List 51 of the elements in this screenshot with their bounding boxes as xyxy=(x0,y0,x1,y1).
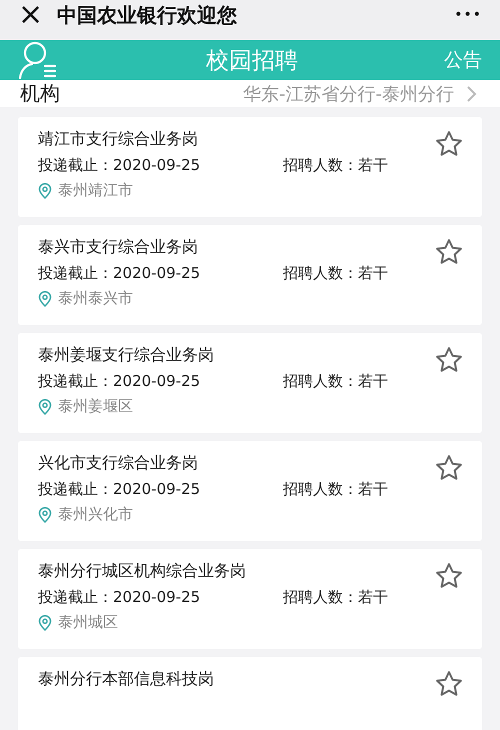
headcount-text: 招聘人数：若干 xyxy=(283,480,388,499)
star-icon xyxy=(434,237,464,267)
location-text: 泰州姜堰区 xyxy=(58,397,133,416)
location-pin-icon xyxy=(38,614,52,630)
job-card[interactable]: 靖江市支行综合业务岗 投递截止：2020-09-25 招聘人数：若干 泰州靖江市 xyxy=(18,117,482,217)
headcount-text: 招聘人数：若干 xyxy=(283,588,388,607)
organization-row[interactable]: 机构 华东-江苏省分行-泰州分行 xyxy=(0,80,500,107)
job-card[interactable]: 泰州姜堰支行综合业务岗 投递截止：2020-09-25 招聘人数：若干 泰州姜堰区 xyxy=(18,333,482,433)
location-text: 泰州城区 xyxy=(58,613,118,632)
star-icon xyxy=(434,453,464,483)
job-title: 泰州分行城区机构综合业务岗 xyxy=(38,561,247,582)
job-card[interactable]: 兴化市支行综合业务岗 投递截止：2020-09-25 招聘人数：若干 泰州兴化市 xyxy=(18,441,482,541)
location-text: 泰州兴化市 xyxy=(58,505,133,524)
organization-label: 机构 xyxy=(20,80,61,107)
job-card[interactable]: 泰兴市支行综合业务岗 投递截止：2020-09-25 招聘人数：若干 泰州泰兴市 xyxy=(18,225,482,325)
location-pin-icon xyxy=(38,506,52,522)
location-pin-icon xyxy=(38,290,52,306)
organization-value: 华东-江苏省分行-泰州分行 xyxy=(243,82,454,106)
deadline-text: 投递截止：2020-09-25 xyxy=(38,156,202,175)
star-icon xyxy=(434,345,464,375)
favorite-button[interactable] xyxy=(434,669,464,699)
headcount-text: 招聘人数：若干 xyxy=(283,372,388,391)
star-icon xyxy=(434,561,464,591)
close-button[interactable]: × xyxy=(18,0,44,30)
job-title: 泰州姜堰支行综合业务岗 xyxy=(38,345,215,366)
star-icon xyxy=(434,669,464,699)
location-pin-icon xyxy=(38,182,52,198)
deadline-text: 投递截止：2020-09-25 xyxy=(38,264,202,283)
favorite-button[interactable] xyxy=(434,129,464,159)
location-text: 泰州泰兴市 xyxy=(58,289,133,308)
job-card[interactable]: 泰州分行本部信息科技岗 xyxy=(18,657,482,730)
window-title: 中国农业银行欢迎您 xyxy=(57,2,238,28)
job-title: 靖江市支行综合业务岗 xyxy=(38,129,199,150)
location-text: 泰州靖江市 xyxy=(58,181,133,200)
favorite-button[interactable] xyxy=(434,345,464,375)
more-button[interactable]: ••• xyxy=(454,7,482,23)
headcount-text: 招聘人数：若干 xyxy=(283,264,388,283)
favorite-button[interactable] xyxy=(434,561,464,591)
favorite-button[interactable] xyxy=(434,237,464,267)
favorite-button[interactable] xyxy=(434,453,464,483)
deadline-text: 投递截止：2020-09-25 xyxy=(38,588,202,607)
deadline-text: 投递截止：2020-09-25 xyxy=(38,480,202,499)
page-title: 校园招聘 xyxy=(205,46,299,76)
star-icon xyxy=(434,129,464,159)
location-pin-icon xyxy=(38,398,52,414)
job-card[interactable]: 泰州分行城区机构综合业务岗 投递截止：2020-09-25 招聘人数：若干 泰州城区 xyxy=(18,549,482,649)
headcount-text: 招聘人数：若干 xyxy=(283,156,388,175)
job-title: 泰州分行本部信息科技岗 xyxy=(38,669,215,690)
job-title: 泰兴市支行综合业务岗 xyxy=(38,237,199,258)
deadline-text: 投递截止：2020-09-25 xyxy=(38,372,202,391)
job-title: 兴化市支行综合业务岗 xyxy=(38,453,199,474)
